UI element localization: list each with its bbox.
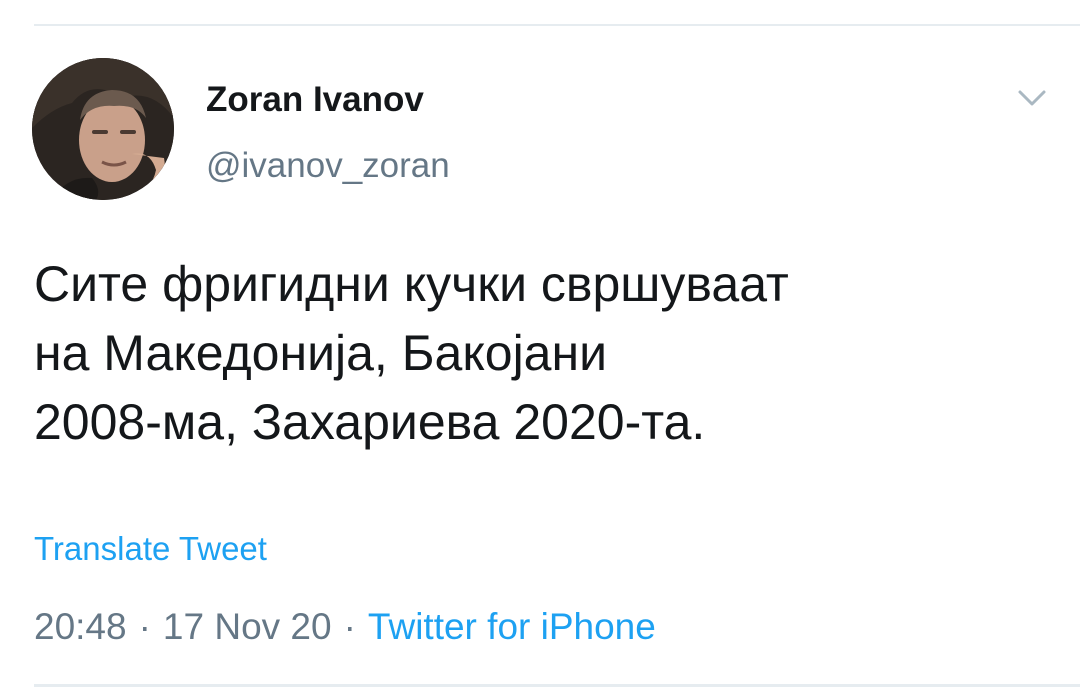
display-name[interactable]: Zoran Ivanov [206,80,424,120]
tweet-date: 17 Nov 20 [162,606,332,647]
avatar[interactable] [32,58,174,200]
user-handle[interactable]: @ivanov_zoran [206,146,450,186]
top-divider [34,24,1080,26]
translate-tweet-link[interactable]: Translate Tweet [34,530,267,568]
meta-separator: · [343,606,356,647]
tweet-metadata: 20:48 · 17 Nov 20 · Twitter for iPhone [34,606,656,648]
profile-photo [32,58,174,200]
tweet-text: Сите фригидни кучки свршуваат на Македон… [34,256,789,450]
tweet-source-link[interactable]: Twitter for iPhone [368,606,656,647]
tweet-time: 20:48 [34,606,127,647]
chevron-down-icon[interactable] [1010,82,1054,112]
meta-separator: · [138,606,151,647]
bottom-divider [34,684,1080,687]
